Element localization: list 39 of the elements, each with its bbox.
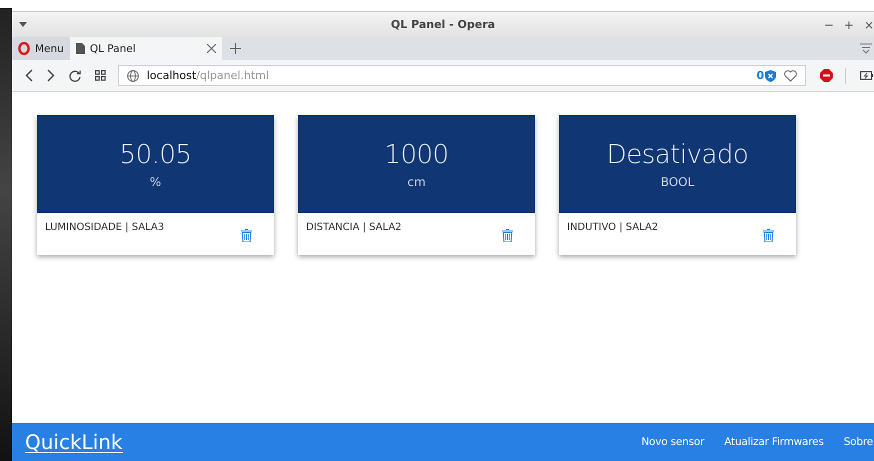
window-control[interactable]: × [864, 18, 874, 32]
grid-icon[interactable] [94, 70, 106, 81]
trash-icon[interactable] [763, 229, 774, 242]
sensor-label: INDUTIVO | SALA2 [567, 222, 658, 233]
shield-icon[interactable] [765, 70, 776, 82]
brand-logo[interactable]: QuickLink [25, 432, 123, 452]
sensor-value: Desativado [606, 140, 748, 170]
window-control[interactable]: + [844, 18, 854, 32]
battery-icon[interactable] [860, 71, 874, 80]
sensor-unit: cm [407, 174, 426, 188]
tab-menu-icon[interactable] [860, 43, 872, 54]
opera-logo-icon [18, 42, 30, 55]
close-icon[interactable] [206, 44, 216, 53]
sensor-value: 1000 [384, 140, 449, 170]
window-title: QL Panel - Opera [390, 18, 496, 31]
blocked-count: 0 [756, 69, 764, 82]
nav-link[interactable]: Sobre [844, 436, 873, 448]
back-icon[interactable] [25, 69, 33, 82]
browser-tab[interactable]: QL Panel [70, 37, 222, 60]
sensor-value: 50.05 [120, 140, 192, 170]
address-field[interactable]: localhost/qlpanel.html 0 [118, 65, 806, 86]
adblock-icon[interactable] [820, 69, 834, 82]
new-tab-icon[interactable] [230, 43, 241, 54]
sensor-unit: % [150, 174, 162, 188]
window-control[interactable]: − [824, 18, 834, 32]
trash-icon[interactable] [241, 229, 252, 242]
caret-icon[interactable] [19, 22, 27, 27]
sensor-label: LUMINOSIDADE | SALA3 [45, 222, 164, 233]
document-icon [76, 43, 85, 54]
nav-link[interactable]: Novo sensor [641, 436, 704, 448]
menu-button[interactable]: Menu [12, 37, 70, 60]
trash-icon[interactable] [502, 229, 513, 242]
forward-icon[interactable] [46, 69, 55, 82]
globe-icon [126, 70, 139, 82]
nav-link[interactable]: Atualizar Firmwares [724, 436, 824, 448]
reload-icon[interactable] [68, 70, 81, 82]
heart-icon[interactable] [784, 70, 798, 82]
sensor-label: DISTANCIA | SALA2 [306, 222, 402, 233]
sensor-unit: BOOL [660, 174, 694, 188]
